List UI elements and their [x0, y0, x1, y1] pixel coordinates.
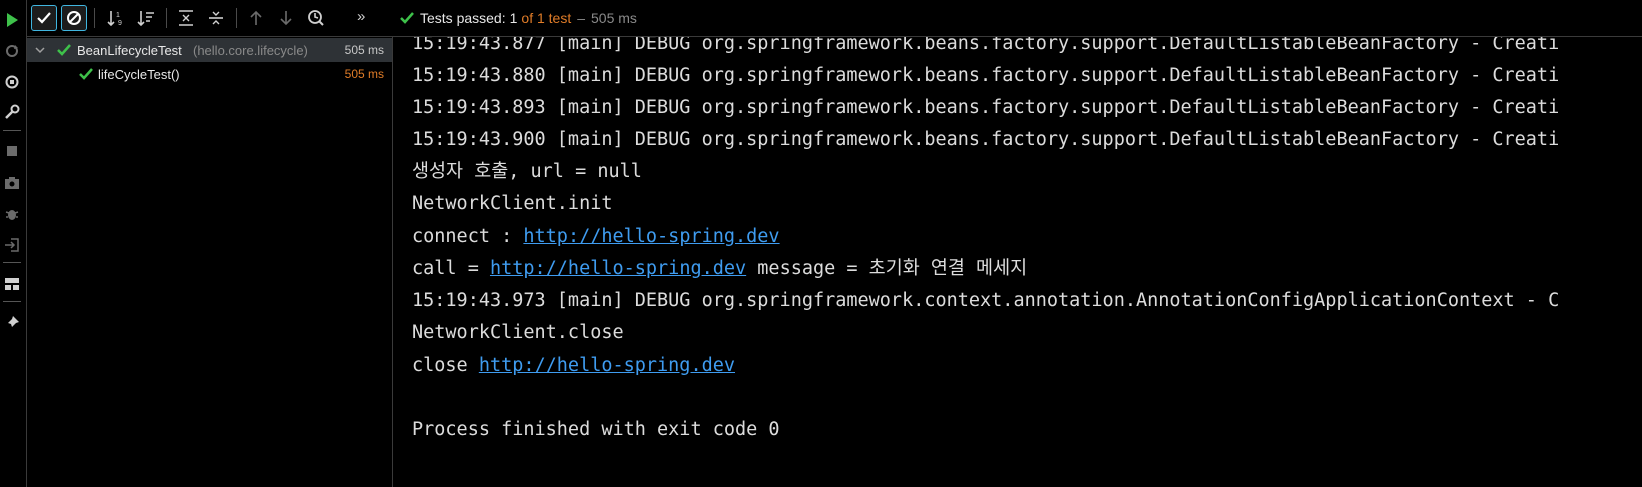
- console-line: 15:19:43.900 [main] DEBUG org.springfram…: [412, 129, 1560, 150]
- status-dash: –: [577, 10, 586, 26]
- console-line: NetworkClient.init: [412, 193, 613, 214]
- test-toolbar: 19 »: [27, 0, 1642, 37]
- sort-by-duration-icon[interactable]: [133, 5, 159, 31]
- console-text: call =: [412, 258, 490, 279]
- console-line: connect : http://hello-spring.dev: [412, 221, 780, 253]
- passed-check-icon: [57, 44, 71, 56]
- run-tool-strip: [0, 0, 27, 487]
- console-text: message = 초기화 연결 메세지: [746, 258, 1028, 279]
- console-output[interactable]: 15:19:43.877 [main] DEBUG org.springfram…: [393, 37, 1642, 487]
- status-duration: 505 ms: [591, 10, 637, 26]
- svg-text:1: 1: [116, 12, 120, 19]
- settings-wrench-icon[interactable]: [0, 100, 24, 124]
- test-duration: 505 ms: [344, 67, 384, 81]
- test-tree: BeanLifecycleTest (hello.core.lifecycle)…: [27, 37, 393, 487]
- sort-alphabetically-icon[interactable]: 19: [103, 5, 129, 31]
- console-line: close http://hello-spring.dev: [412, 350, 735, 382]
- pin-icon[interactable]: [0, 311, 24, 335]
- suite-package: (hello.core.lifecycle): [193, 42, 308, 58]
- screenshot-camera-icon[interactable]: [0, 171, 24, 195]
- suite-name: BeanLifecycleTest: [77, 42, 182, 58]
- status-total: of 1 test: [521, 10, 572, 26]
- status-passed-count: 1: [509, 10, 518, 26]
- console-line: 생성자 호출, url = null: [412, 161, 642, 182]
- passed-check-icon: [79, 68, 93, 80]
- console-line: call = http://hello-spring.dev message =…: [412, 253, 1027, 285]
- console-link[interactable]: http://hello-spring.dev: [490, 258, 746, 279]
- console-line: 15:19:43.880 [main] DEBUG org.springfram…: [412, 65, 1560, 86]
- console-line: 15:19:43.893 [main] DEBUG org.springfram…: [412, 97, 1560, 118]
- toggle-auto-test-icon[interactable]: [0, 70, 24, 94]
- rerun-failed-icon[interactable]: [0, 39, 24, 63]
- test-name: lifeCycleTest(): [98, 66, 180, 82]
- more-actions-button[interactable]: »: [357, 8, 365, 25]
- collapse-all-icon[interactable]: [203, 5, 229, 31]
- console-link[interactable]: http://hello-spring.dev: [523, 226, 779, 247]
- tree-test-row[interactable]: lifeCycleTest() 505 ms: [27, 62, 392, 86]
- debug-bug-icon[interactable]: [0, 202, 24, 226]
- show-passed-icon[interactable]: [31, 5, 57, 31]
- expand-all-icon[interactable]: [173, 5, 199, 31]
- show-ignored-icon[interactable]: [61, 5, 87, 31]
- tree-suite-row[interactable]: BeanLifecycleTest (hello.core.lifecycle)…: [27, 38, 392, 62]
- console-text: close: [412, 355, 479, 376]
- chevron-down-icon[interactable]: [35, 45, 45, 55]
- suite-duration: 505 ms: [344, 43, 384, 57]
- test-status-bar: Tests passed: 1 of 1 test – 505 ms: [400, 0, 637, 36]
- console-text: connect :: [412, 226, 524, 247]
- check-icon: [400, 12, 414, 24]
- status-prefix: Tests passed:: [420, 10, 506, 26]
- svg-text:9: 9: [118, 20, 122, 26]
- next-failed-icon[interactable]: [273, 5, 299, 31]
- console-line: 15:19:43.877 [main] DEBUG org.springfram…: [412, 37, 1560, 54]
- stop-icon[interactable]: [0, 139, 24, 163]
- console-line: NetworkClient.close: [412, 322, 624, 343]
- previous-failed-icon[interactable]: [243, 5, 269, 31]
- import-tests-icon[interactable]: [0, 233, 24, 257]
- console-line: Process finished with exit code 0: [412, 419, 780, 440]
- console-line: 15:19:43.973 [main] DEBUG org.springfram…: [412, 290, 1560, 311]
- layout-icon[interactable]: [0, 272, 24, 296]
- test-history-icon[interactable]: [303, 5, 329, 31]
- console-link[interactable]: http://hello-spring.dev: [479, 355, 735, 376]
- run-icon[interactable]: [0, 8, 24, 32]
